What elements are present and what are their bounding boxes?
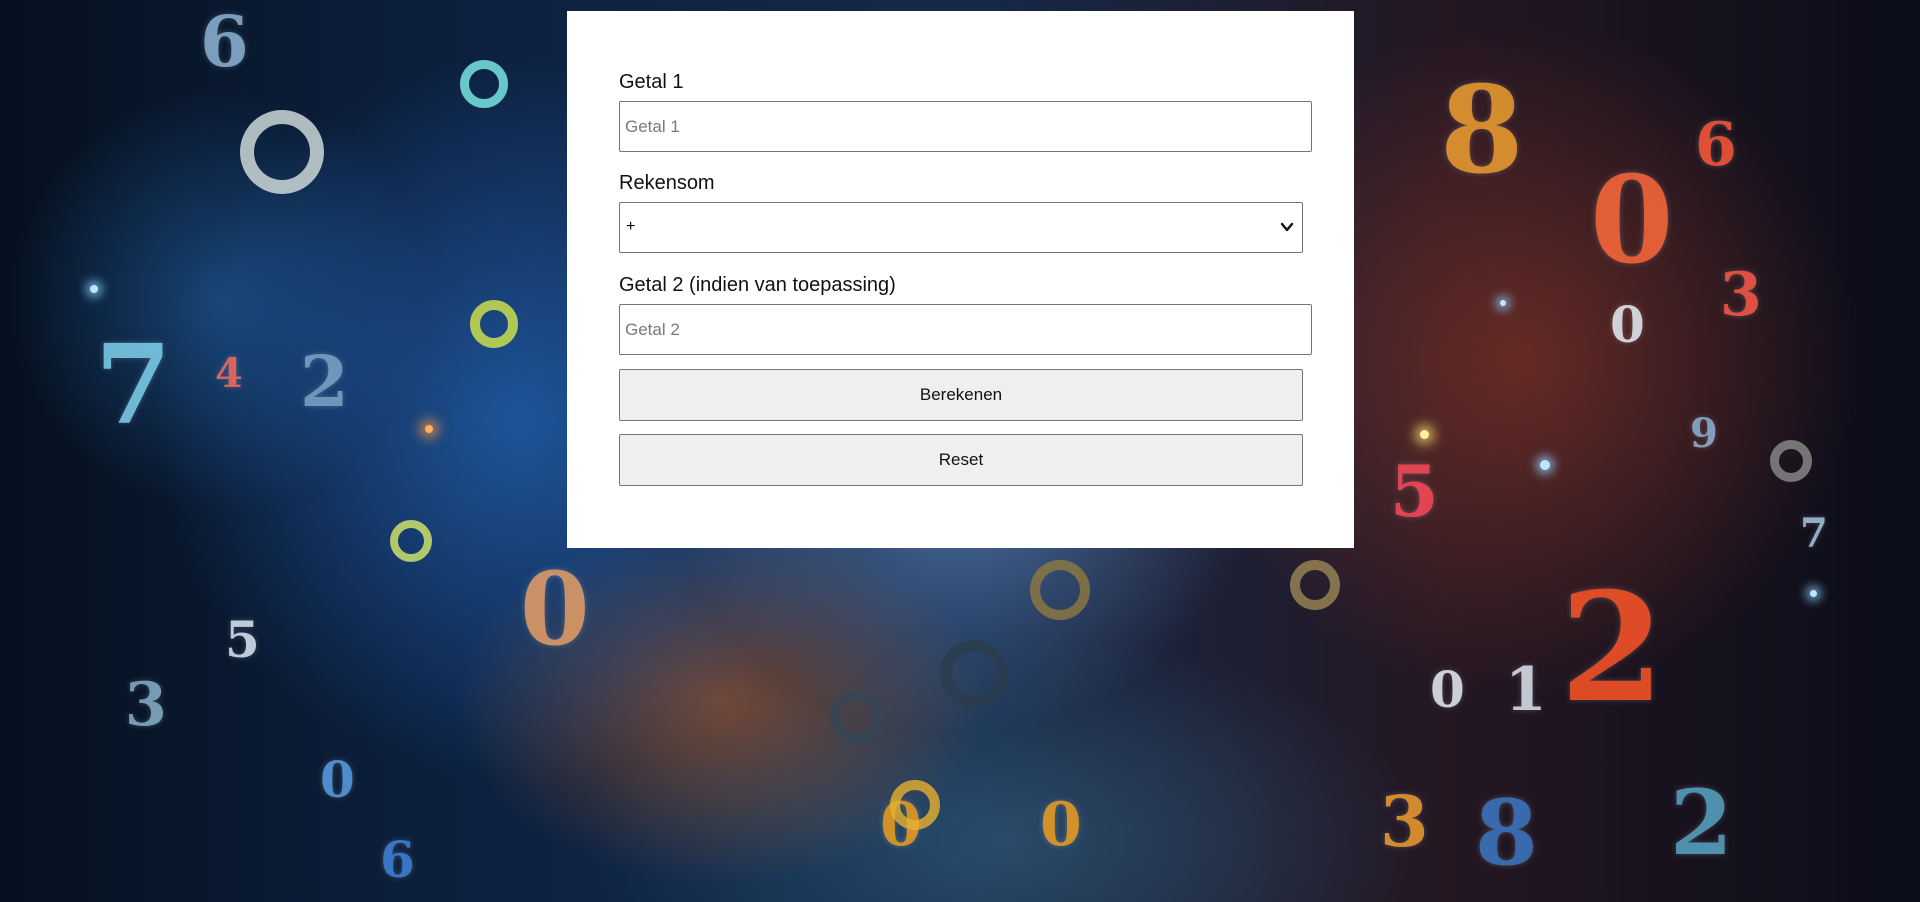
background-digit: 1 xyxy=(1505,655,1547,725)
berekenen-button[interactable]: Berekenen xyxy=(619,369,1303,421)
background-digit: 3 xyxy=(1720,260,1762,330)
chevron-down-icon xyxy=(1280,222,1294,232)
background-digit: 7 xyxy=(95,320,172,449)
background-spark xyxy=(1810,590,1817,597)
background-digit: 3 xyxy=(1380,780,1429,863)
background-ring xyxy=(1030,560,1090,620)
background-digit: 5 xyxy=(225,610,260,669)
background-digit: 2 xyxy=(1670,770,1733,876)
background-digit: 6 xyxy=(200,0,249,83)
calculator-form: Getal 1 Rekensom + Getal 2 (indien van t… xyxy=(567,11,1354,548)
rekensom-label: Rekensom xyxy=(619,172,715,194)
background-ring xyxy=(1770,440,1812,482)
background-ring xyxy=(460,60,508,108)
background-ring xyxy=(890,780,940,830)
getal2-input[interactable] xyxy=(619,304,1312,355)
background-spark xyxy=(90,285,98,293)
background-digit: 0 xyxy=(520,550,590,668)
reset-button[interactable]: Reset xyxy=(619,434,1303,486)
getal2-label: Getal 2 (indien van toepassing) xyxy=(619,274,896,296)
background-ring xyxy=(940,640,1008,708)
background-spark xyxy=(1540,460,1550,470)
background-ring xyxy=(1290,560,1340,610)
background-digit: 6 xyxy=(1695,110,1737,180)
background-digit: 2 xyxy=(300,340,349,423)
rekensom-selected-value: + xyxy=(626,218,636,235)
background-ring xyxy=(830,690,884,744)
background-ring xyxy=(390,520,432,562)
rekensom-select[interactable]: + xyxy=(619,202,1303,253)
background-digit: 3 xyxy=(125,670,167,740)
background-digit: 0 xyxy=(1040,790,1082,860)
background-digit: 2 xyxy=(1560,560,1665,736)
background-ring xyxy=(240,110,324,194)
background-digit: 5 xyxy=(1390,450,1439,533)
background-digit: 8 xyxy=(1475,780,1538,886)
background-digit: 7 xyxy=(1800,510,1828,557)
background-digit: 0 xyxy=(1610,295,1645,354)
getal1-label: Getal 1 xyxy=(619,71,684,93)
background-spark xyxy=(425,425,433,433)
background-spark xyxy=(1500,300,1506,306)
background-ring xyxy=(470,300,518,348)
background-digit: 0 xyxy=(320,750,355,809)
background-digit: 4 xyxy=(215,350,243,397)
getal1-input[interactable] xyxy=(619,101,1312,152)
background-spark xyxy=(1420,430,1429,439)
background-digit: 6 xyxy=(380,830,415,889)
background-digit: 9 xyxy=(1690,410,1718,457)
background-digit: 0 xyxy=(1590,150,1674,291)
background-digit: 8 xyxy=(1440,60,1524,201)
background-digit: 0 xyxy=(1430,660,1465,719)
